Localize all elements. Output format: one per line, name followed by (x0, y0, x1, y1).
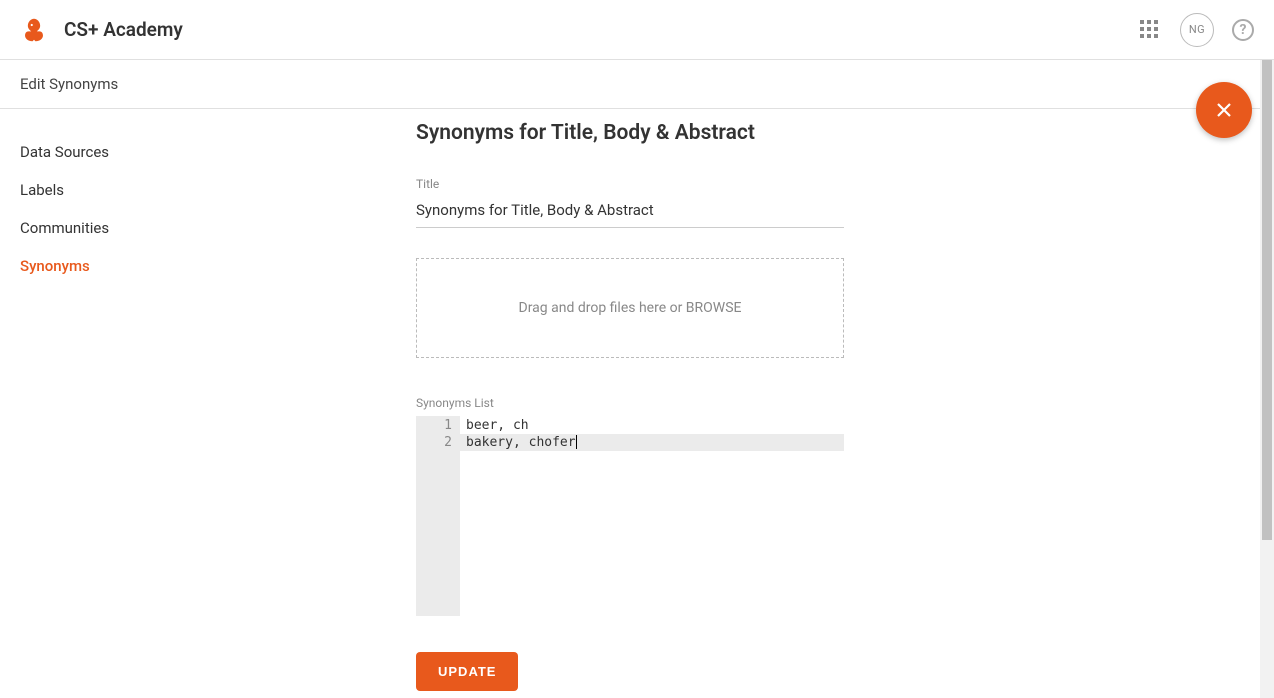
apps-icon[interactable] (1140, 20, 1160, 40)
code-editor[interactable]: 1 2 beer, ch bakery, chofer (416, 416, 844, 616)
line-number: 2 (416, 434, 452, 451)
sub-header-title: Edit Synonyms (20, 75, 118, 93)
sub-header: Edit Synonyms (0, 60, 1274, 109)
sidebar-item-data-sources[interactable]: Data Sources (20, 133, 396, 171)
user-avatar[interactable]: NG (1180, 13, 1214, 47)
update-button[interactable]: UPDATE (416, 652, 518, 691)
code-line: bakery, chofer (460, 434, 844, 451)
editor-content[interactable]: beer, ch bakery, chofer (460, 416, 844, 616)
synonyms-list-label: Synonyms List (416, 396, 1250, 410)
sidebar-item-synonyms[interactable]: Synonyms (20, 247, 396, 285)
line-number: 1 (416, 417, 452, 434)
close-icon (1214, 100, 1234, 120)
scrollbar-track[interactable] (1260, 60, 1274, 698)
code-line: beer, ch (460, 417, 844, 434)
help-icon[interactable]: ? (1232, 19, 1254, 41)
close-button[interactable] (1196, 82, 1252, 138)
scrollbar-thumb[interactable] (1262, 60, 1272, 540)
top-bar: CS+ Academy NG ? (0, 0, 1274, 60)
app-title: CS+ Academy (64, 18, 183, 41)
content-area: Synonyms for Title, Body & Abstract Titl… (416, 109, 1274, 698)
title-input[interactable] (416, 197, 844, 228)
dropzone-text: Drag and drop files here or BROWSE (519, 300, 742, 316)
text-cursor (576, 435, 578, 449)
sidebar-item-communities[interactable]: Communities (20, 209, 396, 247)
title-field-label: Title (416, 177, 1250, 191)
file-dropzone[interactable]: Drag and drop files here or BROWSE (416, 258, 844, 358)
sidebar: Data Sources Labels Communities Synonyms (0, 109, 416, 698)
page-title: Synonyms for Title, Body & Abstract (416, 121, 1250, 145)
editor-gutter: 1 2 (416, 416, 460, 616)
app-logo (20, 16, 48, 44)
sidebar-item-labels[interactable]: Labels (20, 171, 396, 209)
